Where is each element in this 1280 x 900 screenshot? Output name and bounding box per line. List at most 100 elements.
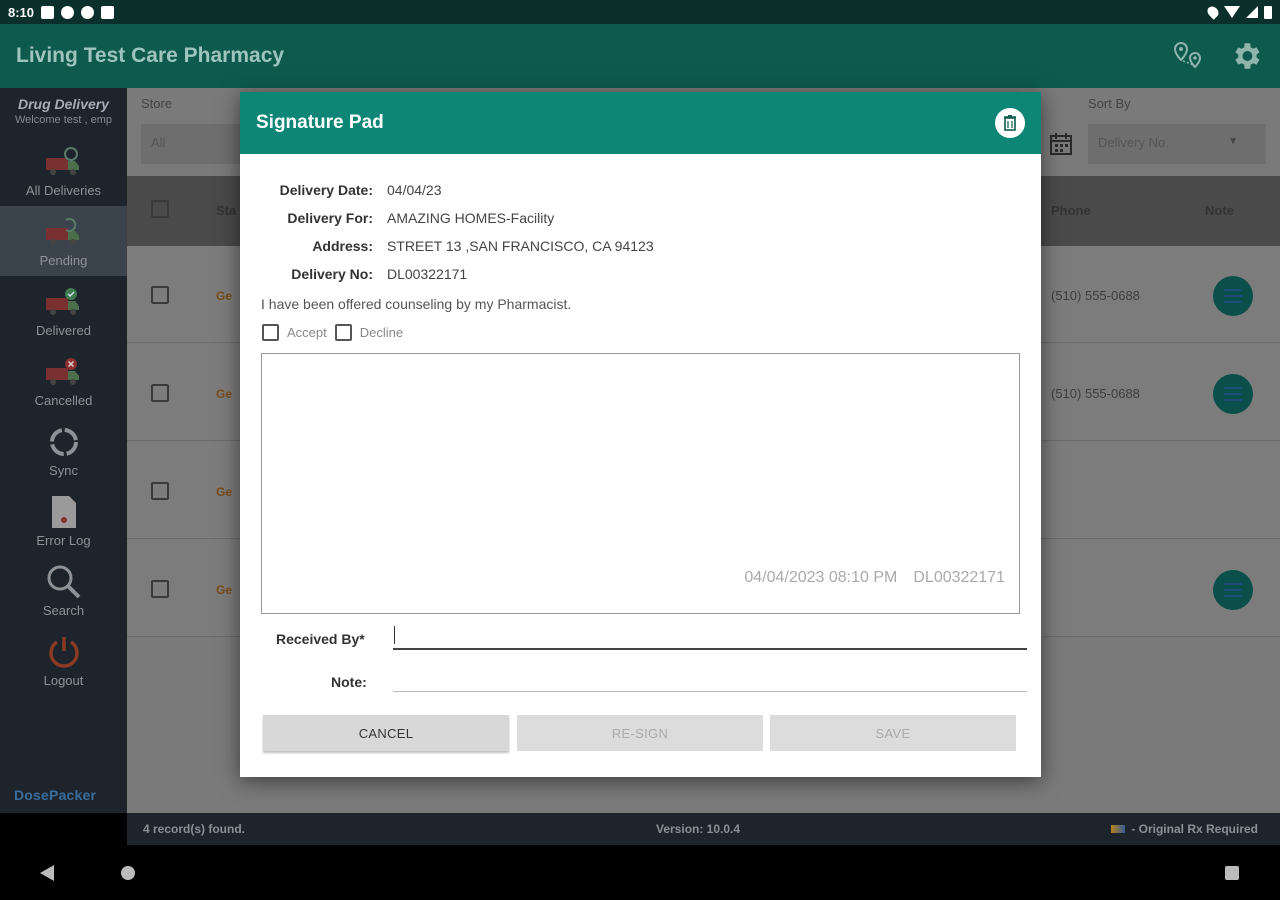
sidebar-item-pending[interactable]: Pending [0,206,127,276]
row-checkbox[interactable] [151,286,169,304]
accept-label[interactable]: Accept [287,325,327,340]
sidebar-item-label: Error Log [36,532,91,548]
signature-dialog: Signature Pad Delivery Date: 04/04/23 De… [240,92,1041,777]
sync-icon [44,425,84,459]
signature-stamp: 04/04/2023 08:10 PM DL00322171 [744,569,1005,587]
delivery-no-value: DL00322171 [387,266,468,282]
pending-truck-icon [44,215,84,249]
delivery-info: Delivery Date: 04/04/23 Delivery For: AM… [240,176,1041,288]
sidebar-item-label: Delivered [36,322,91,338]
info-row-address: Address: STREET 13 ,SAN FRANCISCO, CA 94… [240,232,1041,260]
info-key: Address: [312,238,373,254]
column-header-note: Note [1205,203,1234,218]
legend-text: - Original Rx Required [1131,822,1258,836]
date-picker-button[interactable] [1043,126,1079,162]
back-icon[interactable] [40,865,54,881]
info-row-number: Delivery No: DL00322171 [240,260,1041,288]
original-rx-icon [1111,825,1126,833]
signal-icon [1246,6,1258,18]
note-button[interactable] [1213,570,1253,610]
row-status: Ge [216,583,233,597]
app-version: Version: 10.0.4 [656,822,741,836]
record-count: 4 record(s) found. [143,822,246,836]
note-icon [1224,289,1242,303]
counseling-options: Accept Decline [262,324,403,341]
note-icon [1224,583,1242,597]
wifi-icon [1224,6,1240,18]
sidebar-item-label: Logout [43,672,84,688]
battery-icon [1264,5,1272,19]
sidebar-item-delivered[interactable]: Delivered [0,276,127,346]
save-button[interactable]: SAVE [770,715,1016,751]
status-time: 8:10 [8,4,35,20]
store-label: Store [141,96,173,111]
notification-icon [41,5,55,19]
column-header-status: Sta [216,203,237,218]
row-status: Ge [216,289,233,303]
address-value: STREET 13 ,SAN FRANCISCO, CA 94123 [387,238,654,254]
row-status: Ge [216,387,233,401]
row-checkbox[interactable] [151,482,169,500]
signature-delivery-no: DL00322171 [913,569,1005,586]
row-status: Ge [216,485,233,499]
received-by-label: Received By* [276,631,365,647]
search-icon [44,565,84,599]
notification-icon [61,5,75,19]
dialog-header: Signature Pad [240,92,1041,154]
sidebar-item-search[interactable]: Search [0,556,127,626]
info-row-date: Delivery Date: 04/04/23 [240,176,1041,204]
settings-button[interactable] [1228,38,1264,74]
sidebar-item-label: Pending [39,252,88,268]
delivery-for-value: AMAZING HOMES-Facility [387,210,555,226]
recents-icon[interactable] [1225,866,1239,880]
note-button[interactable] [1213,276,1253,316]
sidebar: Drug Delivery Welcome test , emp All Del… [0,88,127,813]
legend: - Original Rx Required [1111,822,1258,836]
chevron-down-icon: ▼ [1228,136,1238,147]
row-phone: (510) 555-0688 [1051,288,1140,303]
row-checkbox[interactable] [151,384,169,402]
delivery-date-value: 04/04/23 [387,182,442,198]
received-by-input[interactable] [393,622,1027,650]
signature-datetime: 04/04/2023 08:10 PM [744,569,898,586]
app-bar: Living Test Care Pharmacy [0,24,1280,88]
clear-signature-button[interactable] [995,108,1025,138]
footer-bar: 4 record(s) found. Version: 10.0.4 - Ori… [127,813,1280,845]
calendar-icon [1050,133,1072,155]
row-checkbox[interactable] [151,580,169,598]
sidebar-item-label: Search [42,602,85,618]
row-phone: (510) 555-0688 [1051,386,1140,401]
note-button[interactable] [1213,374,1253,414]
cancel-button[interactable]: CANCEL [263,715,509,751]
sidebar-item-error-log[interactable]: Error Log [0,486,127,556]
system-nav-bar [0,845,1280,900]
route-map-button[interactable] [1170,38,1206,74]
home-icon[interactable] [121,866,135,880]
sd-card-icon [101,5,115,19]
decline-label[interactable]: Decline [360,325,403,340]
select-all-checkbox[interactable] [151,200,169,218]
note-input[interactable] [393,665,1027,692]
map-pin-icon [1173,41,1202,69]
sidebar-item-label: All Deliveries [25,182,102,198]
info-key: Delivery No: [291,266,373,282]
sidebar-item-logout[interactable]: Logout [0,626,127,696]
sidebar-item-cancelled[interactable]: Cancelled [0,346,127,416]
sidebar-item-sync[interactable]: Sync [0,416,127,486]
sort-select[interactable]: Delivery No. ▼ [1088,124,1266,164]
accept-checkbox[interactable] [262,324,279,341]
notification-icon [81,5,95,19]
column-header-phone: Phone [1051,203,1091,218]
decline-checkbox[interactable] [334,324,352,341]
sidebar-header: Drug Delivery Welcome test , emp [0,88,127,136]
dialog-title: Signature Pad [256,112,384,133]
trash-icon [1004,115,1016,131]
cancelled-truck-icon [44,355,84,389]
sidebar-item-all-deliveries[interactable]: All Deliveries [0,136,127,206]
delivery-truck-icon [44,145,84,179]
counseling-statement: I have been offered counseling by my Pha… [261,296,572,312]
resign-button[interactable]: RE-SIGN [517,715,763,751]
signature-canvas[interactable]: 04/04/2023 08:10 PM DL00322171 [261,353,1020,614]
note-label: Note: [331,674,367,690]
brand-logo: DosePacker [14,787,97,803]
